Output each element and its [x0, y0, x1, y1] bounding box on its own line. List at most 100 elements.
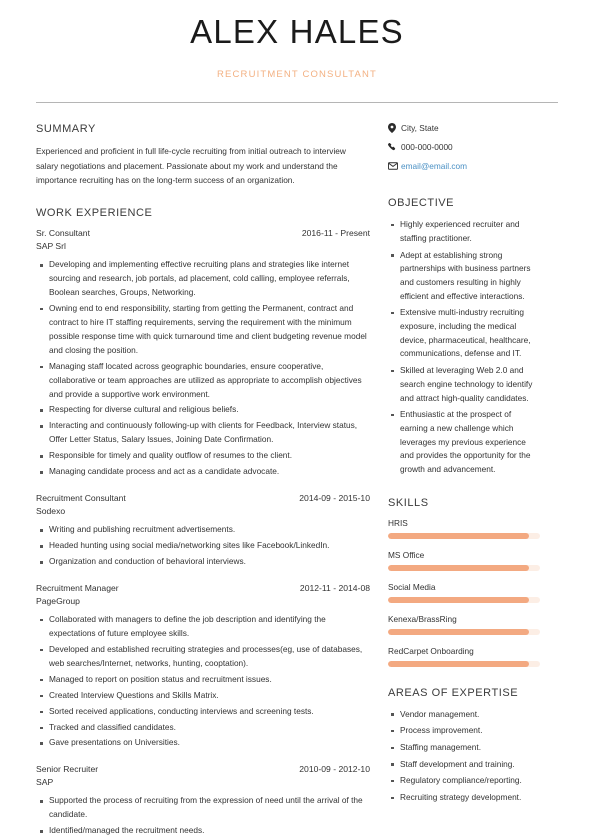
- job-dates: 2014-09 - 2015-10: [299, 493, 370, 504]
- header-job-title: RECRUITMENT CONSULTANT: [217, 69, 377, 81]
- skill-item: HRIS: [388, 518, 540, 539]
- job-bullet-list: Collaborated with managers to define the…: [36, 613, 370, 750]
- contact-item[interactable]: email@email.com: [388, 161, 540, 171]
- job-dates: 2010-09 - 2012-10: [299, 764, 370, 775]
- job-bullet: Headed hunting using social media/networ…: [40, 539, 370, 553]
- job-header-row: Senior Recruiter 2010-09 - 2012-10: [36, 764, 370, 774]
- skill-item: MS Office: [388, 550, 540, 571]
- job-bullet: Organization and conduction of behaviora…: [40, 555, 370, 569]
- resume-page: ALEX HALES RECRUITMENT CONSULTANT SUMMAR…: [0, 0, 594, 838]
- contact-item: City, State: [388, 123, 540, 134]
- job-bullet: Writing and publishing recruitment adver…: [40, 523, 370, 537]
- job-bullet: Gave presentations on Universities.: [40, 736, 370, 750]
- skills-section: SKILLS HRIS MS Office Social Media Kenexa/B…: [388, 497, 540, 667]
- job-bullet: Identified/managed the recruitment needs…: [40, 824, 370, 838]
- summary-heading: SUMMARY: [36, 123, 96, 136]
- objective-bullet: Skilled at leveraging Web 2.0 and search…: [391, 364, 540, 405]
- skill-label: Kenexa/BrassRing: [388, 613, 457, 624]
- job-entry: Recruitment Manager 2012-11 - 2014-08 Page…: [36, 583, 370, 750]
- phone-icon: [388, 142, 401, 152]
- job-company: SAP: [36, 777, 54, 788]
- expertise-bullet: Regulatory compliance/reporting.: [391, 774, 540, 788]
- job-bullet: Responsible for timely and quality outfl…: [40, 449, 370, 463]
- summary-text: Experienced and proficient in full life-…: [36, 146, 346, 185]
- job-position: Senior Recruiter: [36, 764, 99, 775]
- objective-bullet: Extensive multi-industry recruiting expo…: [391, 306, 540, 361]
- job-bullet: Interacting and continuously following-u…: [40, 419, 370, 447]
- summary-section: SUMMARY Experienced and proficient in fu…: [36, 123, 370, 187]
- job-entry: Recruitment Consultant 2014-09 - 2015-10 S…: [36, 493, 370, 569]
- areas-of-expertise-list: Vendor management. Process improvement. St…: [388, 708, 540, 805]
- job-bullet: Owning end to end responsibility, starti…: [40, 302, 370, 358]
- objective-bullet: Highly experienced recruiter and staffin…: [391, 218, 540, 245]
- job-company: PageGroup: [36, 595, 80, 606]
- job-dates: 2012-11 - 2014-08: [299, 582, 370, 593]
- skill-item: Social Media: [388, 582, 540, 603]
- job-header-row: Recruitment Manager 2012-11 - 2014-08: [36, 583, 370, 593]
- job-bullet: Created Interview Questions and Skills M…: [40, 689, 370, 703]
- expertise-bullet: Staff development and training.: [391, 758, 540, 772]
- objective-heading: OBJECTIVE: [388, 197, 455, 210]
- job-position: Recruitment Manager: [36, 582, 119, 593]
- work-experience-heading: WORK EXPERIENCE: [36, 207, 153, 220]
- job-company: SAP Srl: [36, 241, 66, 252]
- contact-value: 000-000-0000: [401, 142, 453, 153]
- job-bullet: Supported the process of recruiting from…: [40, 794, 370, 822]
- sidebar-column: City, State 000-000-0000 email@email.com O…: [388, 123, 540, 825]
- page-title: ALEX HALES: [190, 13, 404, 50]
- job-entry: Sr. Consultant 2016-11 - Present SAP Srl De…: [36, 228, 370, 479]
- resume-header: ALEX HALES RECRUITMENT CONSULTANT: [0, 0, 594, 104]
- main-column: SUMMARY Experienced and proficient in fu…: [36, 123, 388, 838]
- skill-progress-fill: [388, 564, 530, 571]
- skill-progress-fill: [388, 532, 530, 539]
- expertise-bullet: Vendor management.: [391, 708, 540, 722]
- job-bullet: Managing staff located across geographic…: [40, 360, 370, 402]
- skill-progress-fill: [388, 628, 530, 635]
- job-position: Sr. Consultant: [36, 228, 90, 239]
- location-pin-icon: [388, 123, 401, 134]
- objective-bullet: Adept at establishing strong partnership…: [391, 249, 540, 304]
- skill-progress-track: [388, 596, 540, 603]
- skill-label: HRIS: [388, 517, 408, 528]
- objective-section: OBJECTIVE Highly experienced recruiter a…: [388, 197, 540, 476]
- job-bullet: Tracked and classified candidates.: [40, 721, 370, 735]
- job-bullet-list: Supported the process of recruiting from…: [36, 794, 370, 838]
- expertise-bullet: Recruiting strategy development.: [391, 791, 540, 805]
- envelope-icon: [388, 162, 401, 171]
- job-bullet: Managing candidate process and act as a …: [40, 465, 370, 479]
- skill-list: HRIS MS Office Social Media Kenexa/BrassRin…: [388, 518, 540, 667]
- skill-label: Social Media: [388, 581, 436, 592]
- skill-item: RedCarpet Onboarding: [388, 646, 540, 667]
- skill-progress-track: [388, 564, 540, 571]
- job-header-row: Recruitment Consultant 2014-09 - 2015-10: [36, 493, 370, 503]
- job-bullet-list: Writing and publishing recruitment adver…: [36, 523, 370, 569]
- skill-label: RedCarpet Onboarding: [388, 645, 474, 656]
- job-company: Sodexo: [36, 506, 66, 517]
- objective-list: Highly experienced recruiter and staffin…: [388, 218, 540, 476]
- job-bullet: Collaborated with managers to define the…: [40, 613, 370, 641]
- contact-value: City, State: [401, 123, 439, 134]
- job-list: Sr. Consultant 2016-11 - Present SAP Srl De…: [36, 228, 370, 838]
- skill-progress-fill: [388, 596, 530, 603]
- skill-progress-track: [388, 660, 540, 667]
- job-bullet: Respecting for diverse cultural and reli…: [40, 403, 370, 417]
- skill-item: Kenexa/BrassRing: [388, 614, 540, 635]
- job-bullet: Developed and established recruiting str…: [40, 643, 370, 671]
- contact-value[interactable]: email@email.com: [401, 161, 467, 171]
- job-position: Recruitment Consultant: [36, 493, 126, 504]
- job-bullet-list: Developing and implementing effective re…: [36, 258, 370, 479]
- contact-item: 000-000-0000: [388, 142, 540, 152]
- expertise-bullet: Staffing management.: [391, 741, 540, 755]
- job-entry: Senior Recruiter 2010-09 - 2012-10 SAP Supp…: [36, 764, 370, 838]
- job-header-row: Sr. Consultant 2016-11 - Present: [36, 228, 370, 238]
- work-experience-section: WORK EXPERIENCE Sr. Consultant 2016-11 - …: [36, 207, 370, 838]
- areas-of-expertise-section: AREAS OF EXPERTISE Vendor management. Pro…: [388, 687, 540, 805]
- job-bullet: Managed to report on position status and…: [40, 673, 370, 687]
- objective-bullet: Enthusiastic at the prospect of earning …: [391, 408, 540, 476]
- areas-of-expertise-heading: AREAS OF EXPERTISE: [388, 686, 519, 699]
- skills-heading: SKILLS: [388, 496, 429, 509]
- job-dates: 2016-11 - Present: [301, 228, 370, 239]
- job-bullet: Sorted received applications, conducting…: [40, 705, 370, 719]
- job-bullet: Developing and implementing effective re…: [40, 258, 370, 300]
- contact-list: City, State 000-000-0000 email@email.com: [388, 123, 540, 171]
